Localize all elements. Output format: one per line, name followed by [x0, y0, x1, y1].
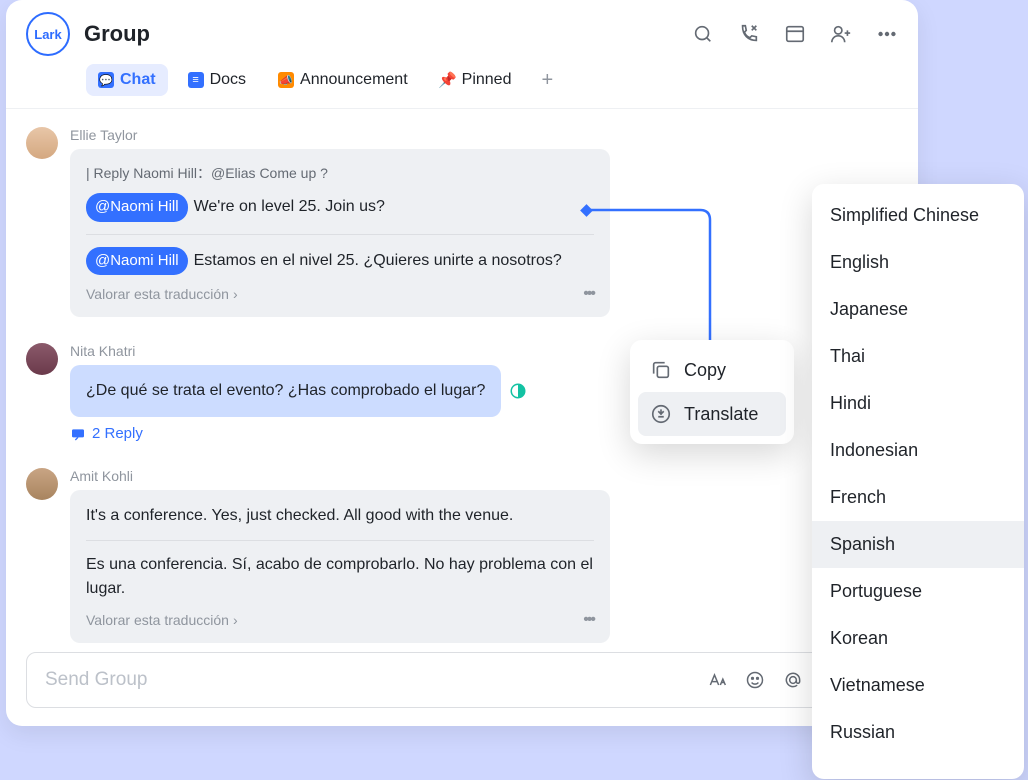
message-text: We're on level 25. Join us?	[194, 198, 385, 215]
context-menu: Copy Translate	[630, 340, 794, 444]
translation-badge-icon	[509, 382, 527, 400]
font-icon[interactable]	[707, 670, 727, 690]
lang-option-hindi[interactable]: Hindi	[812, 380, 1024, 427]
mention-pill[interactable]: @Naomi Hill	[86, 193, 188, 222]
lang-option-english[interactable]: English	[812, 239, 1024, 286]
message-bubble[interactable]: It's a conference. Yes, just checked. Al…	[70, 490, 610, 643]
chevron-right-icon: ›	[233, 612, 238, 628]
copy-action[interactable]: Copy	[638, 348, 786, 392]
tab-label: Chat	[120, 71, 156, 89]
tab-label: Announcement	[300, 71, 408, 89]
sender-name: Amit Kohli	[70, 468, 610, 484]
tab-chat[interactable]: 💬Chat	[86, 64, 168, 96]
rate-translation-link[interactable]: Valorar esta traducción›	[86, 286, 238, 302]
panel-icon[interactable]	[784, 23, 806, 45]
translate-icon	[650, 403, 672, 425]
lang-option-french[interactable]: French	[812, 474, 1024, 521]
tab-label: Docs	[210, 71, 246, 89]
tab-announcement[interactable]: 📣Announcement	[266, 64, 420, 96]
header: Lark Group 💬Chat ≡Docs 📣Announcement 📌Pi…	[6, 0, 918, 109]
logo: Lark	[26, 12, 70, 56]
lang-option-simplified-chinese[interactable]: Simplified Chinese	[812, 192, 1024, 239]
tab-docs[interactable]: ≡Docs	[176, 64, 258, 96]
emoji-icon[interactable]	[745, 670, 765, 690]
message-text: ¿De qué se trata el evento? ¿Has comprob…	[86, 382, 485, 399]
sender-name: Nita Khatri	[70, 343, 610, 359]
copy-icon	[650, 359, 672, 381]
tab-pinned[interactable]: 📌Pinned	[428, 64, 524, 96]
message: Amit Kohli It's a conference. Yes, just …	[26, 468, 898, 643]
message-bubble[interactable]: ¿De qué se trata el evento? ¿Has comprob…	[70, 365, 501, 417]
lang-option-thai[interactable]: Thai	[812, 333, 1024, 380]
chevron-right-icon: ›	[233, 286, 238, 302]
lang-option-indonesian[interactable]: Indonesian	[812, 427, 1024, 474]
avatar[interactable]	[26, 343, 58, 375]
sender-name: Ellie Taylor	[70, 127, 610, 143]
message-composer[interactable]: Send Group	[26, 652, 898, 708]
message-more-icon[interactable]: •••	[583, 611, 594, 629]
more-icon[interactable]	[876, 23, 898, 45]
lang-option-korean[interactable]: Korean	[812, 615, 1024, 662]
add-tab-button[interactable]: +	[531, 65, 563, 96]
mention-pill[interactable]: @Naomi Hill	[86, 247, 188, 276]
reply-icon	[70, 426, 86, 442]
translated-text: Es una conferencia. Sí, acabo de comprob…	[86, 553, 594, 601]
translate-action[interactable]: Translate	[638, 392, 786, 436]
composer-placeholder: Send Group	[45, 669, 707, 691]
chat-title: Group	[84, 21, 150, 47]
translated-text: Estamos en el nivel 25. ¿Quieres unirte …	[194, 252, 562, 269]
lang-option-portuguese[interactable]: Portuguese	[812, 568, 1024, 615]
lang-option-russian[interactable]: Russian	[812, 709, 1024, 756]
message-text: It's a conference. Yes, just checked. Al…	[86, 504, 594, 528]
language-menu: Simplified Chinese English Japanese Thai…	[812, 184, 1024, 779]
add-member-icon[interactable]	[830, 23, 852, 45]
avatar[interactable]	[26, 468, 58, 500]
mention-icon[interactable]	[783, 670, 803, 690]
lang-option-vietnamese[interactable]: Vietnamese	[812, 662, 1024, 709]
call-icon[interactable]	[738, 23, 760, 45]
tabs-bar: 💬Chat ≡Docs 📣Announcement 📌Pinned +	[26, 64, 898, 108]
replies-link[interactable]: 2 Reply	[70, 425, 610, 442]
message-bubble[interactable]: | Reply Naomi Hill：@Elias Come up ? @Nao…	[70, 149, 610, 317]
search-icon[interactable]	[692, 23, 714, 45]
reply-quote: | Reply Naomi Hill：@Elias Come up ?	[86, 163, 594, 183]
message-more-icon[interactable]: •••	[583, 285, 594, 303]
avatar[interactable]	[26, 127, 58, 159]
rate-translation-link[interactable]: Valorar esta traducción›	[86, 612, 238, 628]
tab-label: Pinned	[462, 71, 512, 89]
lang-option-spanish[interactable]: Spanish	[812, 521, 1024, 568]
lang-option-japanese[interactable]: Japanese	[812, 286, 1024, 333]
message: Ellie Taylor | Reply Naomi Hill：@Elias C…	[26, 127, 898, 317]
